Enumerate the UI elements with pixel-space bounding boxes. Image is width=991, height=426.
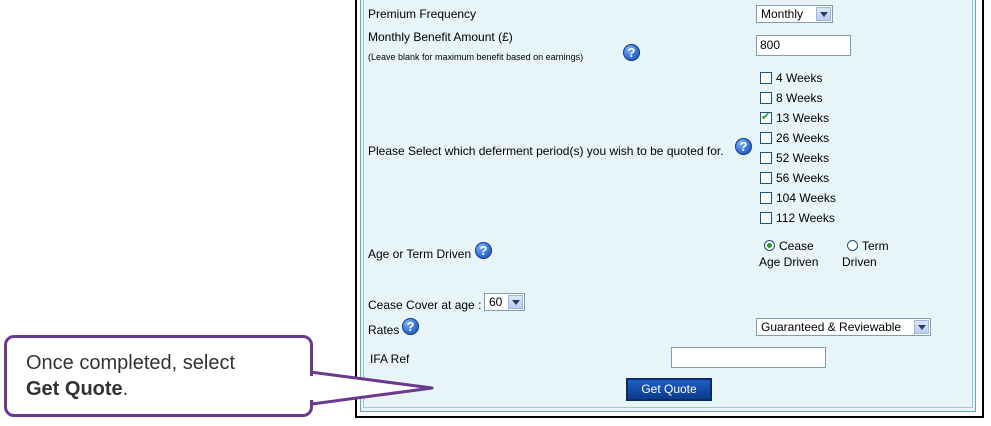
deferment-option-label: 104 Weeks: [776, 191, 836, 205]
deferment-checkbox[interactable]: [760, 72, 772, 84]
help-icon[interactable]: ?: [402, 318, 419, 335]
cease-cover-label: Cease Cover at age :: [368, 298, 482, 312]
deferment-checkbox[interactable]: [760, 152, 772, 164]
callout-emphasis: Get Quote: [26, 378, 123, 400]
get-quote-button[interactable]: Get Quote: [626, 378, 712, 401]
monthly-benefit-label: Monthly Benefit Amount (£): [368, 30, 513, 44]
cease-cover-value: 60: [489, 295, 503, 309]
monthly-benefit-hint: (Leave blank for maximum benefit based o…: [368, 52, 584, 62]
radio-term-label-2: Driven: [842, 255, 877, 269]
callout-suffix: .: [122, 378, 129, 400]
callout-pointer: [308, 370, 434, 406]
callout-text: Once completed, select Get Quote.: [26, 350, 235, 402]
premium-frequency-label: Premium Frequency: [368, 7, 477, 21]
premium-frequency-select[interactable]: Monthly: [756, 5, 833, 23]
age-or-term-label: Age or Term Driven: [368, 247, 472, 261]
chevron-down-icon: [816, 7, 831, 21]
deferment-option-label: 56 Weeks: [776, 171, 830, 185]
deferment-checkbox[interactable]: [760, 172, 772, 184]
rates-value: Guaranteed & Reviewable: [761, 320, 902, 334]
radio-cease-label-2: Age Driven: [759, 255, 819, 269]
deferment-checkbox[interactable]: [760, 110, 772, 124]
deferment-option-label: 112 Weeks: [776, 211, 835, 225]
rates-label: Rates: [368, 323, 400, 337]
ifa-ref-input[interactable]: [671, 347, 826, 368]
radio-cease-label: Cease: [779, 239, 814, 253]
deferment-checkbox[interactable]: [760, 92, 772, 104]
chevron-down-icon: [914, 320, 929, 334]
deferment-option-label: 8 Weeks: [776, 91, 823, 105]
help-icon[interactable]: ?: [623, 44, 640, 61]
deferment-checkbox[interactable]: [760, 132, 772, 144]
help-icon[interactable]: ?: [475, 242, 492, 259]
radio-term-label: Term: [862, 239, 889, 253]
deferment-option-label: 52 Weeks: [776, 151, 830, 165]
deferment-option-label: 26 Weeks: [776, 131, 830, 145]
ifa-ref-label: IFA Ref: [370, 352, 410, 366]
help-icon[interactable]: ?: [735, 138, 752, 155]
radio-term-driven[interactable]: [847, 240, 858, 251]
cease-cover-select[interactable]: 60: [484, 293, 525, 311]
deferment-checkbox[interactable]: [760, 192, 772, 204]
deferment-option-label: 4 Weeks: [776, 71, 823, 85]
premium-frequency-value: Monthly: [761, 7, 804, 21]
radio-cease-age-driven[interactable]: [764, 240, 775, 251]
deferment-option-label: 13 Weeks: [776, 111, 830, 125]
callout-line-1: Once completed, select: [26, 352, 235, 374]
callout-pointer-mask: [300, 376, 314, 400]
deferment-label: Please Select which deferment period(s) …: [368, 144, 724, 158]
rates-select[interactable]: Guaranteed & Reviewable: [756, 318, 931, 336]
monthly-benefit-input[interactable]: 800: [756, 35, 851, 56]
chevron-down-icon: [508, 295, 523, 309]
deferment-checkbox[interactable]: [760, 212, 772, 224]
